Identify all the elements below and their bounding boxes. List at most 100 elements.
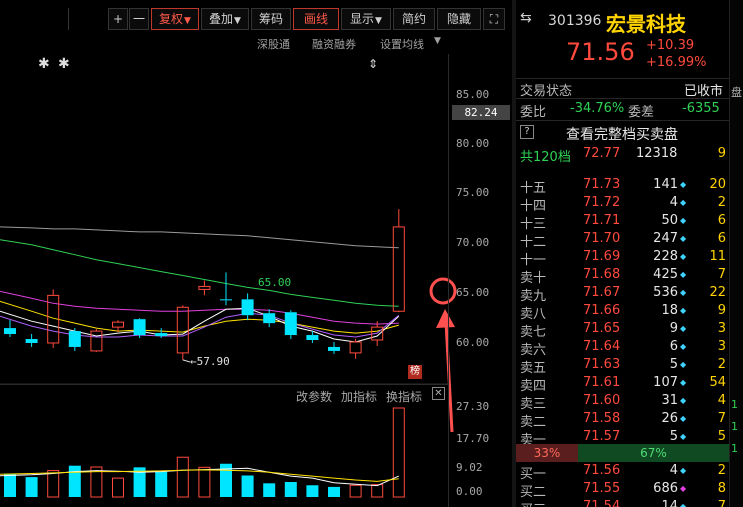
help-icon[interactable]: ? [520, 125, 534, 139]
diamond-icon: ◆ [680, 306, 687, 315]
add-indicator-button[interactable]: 加指标 [341, 388, 377, 405]
display-button[interactable]: 显示▼ [341, 8, 391, 30]
order-price: 71.60 [583, 393, 621, 408]
order-count: 22 [709, 285, 726, 300]
toolbar-separator [68, 8, 69, 30]
ask-row[interactable]: 卖三 71.60 31 ◆ 4 [516, 393, 729, 412]
ask-row[interactable]: 十三 71.71 50 ◆ 6 [516, 213, 729, 232]
order-volume: 14 [661, 499, 678, 507]
sidebar-glyph: 1 [731, 442, 738, 455]
close-icon[interactable]: ✕ [432, 387, 445, 400]
order-volume: 5 [669, 357, 678, 372]
order-count: 54 [709, 375, 726, 390]
event-marker-icon: ✱ [58, 56, 70, 72]
order-level: 卖六 [520, 343, 547, 358]
ma-value-label: 65.00 [258, 276, 292, 289]
candle-body [133, 319, 146, 336]
order-volume: 4 [669, 463, 678, 478]
price-tick: 85.00 [456, 88, 490, 101]
divider [516, 78, 729, 79]
order-level: 卖二 [520, 415, 547, 430]
overlay-button[interactable]: 叠加▼ [201, 8, 249, 30]
bid-row[interactable]: 买一 71.56 4 ◆ 2 [516, 463, 729, 482]
ask-row[interactable]: 卖二 71.58 26 ◆ 7 [516, 411, 729, 430]
order-level: 卖五 [520, 361, 547, 376]
switch-indicator-button[interactable]: 换指标 [386, 388, 422, 405]
order-price: 71.66 [583, 303, 621, 318]
low-pointer-line [182, 359, 191, 363]
ask-row[interactable]: 十四 71.72 4 ◆ 2 [516, 195, 729, 214]
hide-button[interactable]: 隐藏 [437, 8, 481, 30]
back-arrow-icon[interactable]: ⇆ [520, 10, 532, 26]
order-price: 71.72 [583, 195, 621, 210]
volume-bar [25, 477, 38, 497]
kline-chart[interactable]: ✱ ✱ ⇕ [0, 0, 512, 507]
ask-row[interactable]: 十二 71.70 247 ◆ 6 [516, 231, 729, 250]
bid-row[interactable]: 买二 71.55 686 ◆ 8 [516, 481, 729, 500]
order-volume: 50 [661, 213, 678, 228]
simple-mode-button[interactable]: 简约 [393, 8, 435, 30]
kline-chart-area[interactable]: ✱ ✱ ⇕ + 一 复权▼ 叠加▼ 筹码 画线 显示▼ 简约 隐藏 ⛶ 深股通 融资… [0, 0, 512, 507]
diamond-icon: ◆ [680, 180, 687, 189]
candle-body [90, 330, 103, 352]
order-level: 卖八 [520, 307, 547, 322]
order-volume: 536 [653, 285, 678, 300]
ask-row[interactable]: 十一 71.69 228 ◆ 11 [516, 249, 729, 268]
annotation-arrow-head [436, 309, 455, 328]
order-count: 5 [717, 429, 726, 444]
order-count: 11 [709, 249, 726, 264]
fuquan-button[interactable]: 复权▼ [151, 8, 199, 30]
ask-row[interactable]: 卖六 71.64 6 ◆ 3 [516, 339, 729, 358]
order-volume: 425 [653, 267, 678, 282]
zoom-out-button[interactable]: 一 [129, 8, 149, 30]
order-level: 卖九 [520, 289, 547, 304]
diamond-icon: ◆ [680, 342, 687, 351]
ask-row[interactable]: 卖十 71.68 425 ◆ 7 [516, 267, 729, 286]
bid-row[interactable]: 买三 71.54 14◆ 7 [516, 499, 729, 507]
stock-name: 宏景科技 [606, 12, 686, 36]
candle-body [155, 333, 168, 337]
ask-row[interactable]: 卖八 71.66 18 ◆ 9 [516, 303, 729, 322]
low-price-label: ←57.90 [190, 355, 230, 368]
diamond-icon: ◆ [680, 270, 687, 279]
candle-body [176, 306, 189, 354]
expand-icon[interactable]: ⛶ [483, 8, 505, 30]
chart-toolbar: + 一 复权▼ 叠加▼ 筹码 画线 显示▼ 简约 隐藏 ⛶ [0, 6, 512, 30]
candle-body [112, 321, 124, 328]
order-price: 71.57 [583, 429, 621, 444]
order-count: 9 [717, 303, 726, 318]
divider [516, 120, 729, 121]
order-volume: 9 [669, 321, 678, 336]
order-level: 卖十 [520, 271, 547, 286]
diamond-icon: ◆ [680, 252, 687, 261]
order-count: 7 [717, 267, 726, 282]
indicator-toolbar: 改参数 加指标 换指标 [0, 384, 448, 405]
shenguangtong-link[interactable]: 深股通 [257, 36, 290, 52]
ask-row[interactable]: 卖四 71.61 107 ◆ 54 [516, 375, 729, 394]
full-orderbook-link[interactable]: 查看完整档买卖盘 [566, 124, 678, 144]
draw-line-label: 画线 [303, 12, 328, 26]
rank-badge[interactable]: 榜 [408, 365, 422, 379]
order-volume: 141 [653, 177, 678, 192]
diamond-icon: ◆ [680, 466, 687, 475]
order-level: 买一 [520, 467, 547, 482]
weicha-value: -6355 [682, 101, 720, 116]
ma-line-ma120 [0, 226, 399, 249]
ask-row[interactable]: 卖七 71.65 9 ◆ 3 [516, 321, 729, 340]
draw-line-button[interactable]: 画线 [293, 8, 339, 30]
order-level: 买三 [520, 499, 546, 507]
trade-status-label: 交易状态 [520, 84, 573, 99]
zoom-in-button[interactable]: + [108, 8, 128, 30]
stock-header: ⇆ 301396 宏景科技 71.56 +10.39 +16.99% [516, 0, 729, 76]
ask-row[interactable]: 十五 71.73 141 ◆ 20 [516, 177, 729, 196]
candle-body [68, 331, 81, 347]
modify-params-button[interactable]: 改参数 [296, 388, 332, 405]
chips-button[interactable]: 筹码 [251, 8, 291, 30]
right-sidebar-strip[interactable]: 盘 1 1 1 [729, 0, 743, 507]
ask-row[interactable]: 卖九 71.67 536 ◆ 22 [516, 285, 729, 304]
ask-row[interactable]: 卖五 71.63 5 ◆ 2 [516, 357, 729, 376]
margin-trading-link[interactable]: 融资融券 [312, 36, 356, 52]
order-volume: 107 [653, 375, 678, 390]
trade-status-value: 已收市 [684, 84, 724, 99]
weibi-value: -34.76% [570, 101, 625, 116]
